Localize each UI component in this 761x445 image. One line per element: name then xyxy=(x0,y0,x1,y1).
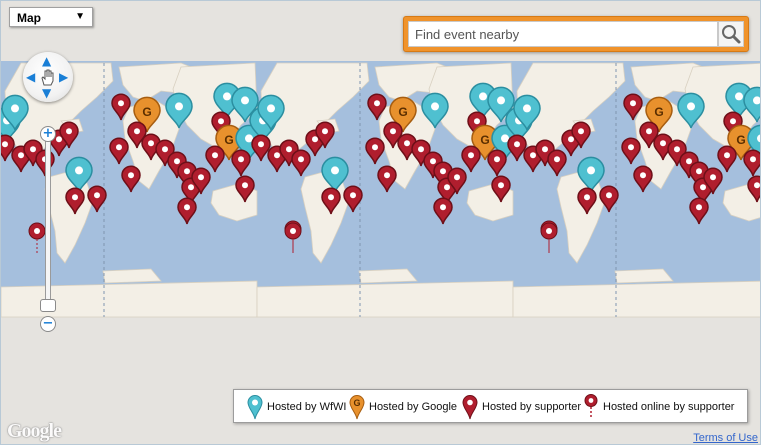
landmass xyxy=(512,280,760,318)
map-type-dropdown[interactable]: Map ▼ xyxy=(9,7,93,27)
map-type-label: Map xyxy=(17,11,41,25)
chevron-down-icon: ▼ xyxy=(75,11,85,22)
zoom-in-button[interactable]: + xyxy=(40,126,56,142)
wfwi-marker-icon xyxy=(247,395,263,420)
legend-item-supporter: Hosted by supporter xyxy=(461,390,581,424)
legend-item-google: G Hosted by Google xyxy=(348,390,457,424)
legend: Hosted by WfWI G Hosted by Google Hosted… xyxy=(233,389,748,423)
pan-up-icon[interactable]: ▲ xyxy=(42,55,51,67)
landmass xyxy=(614,268,674,284)
google-marker-icon: G xyxy=(349,395,365,420)
zoom-slider-handle[interactable] xyxy=(40,299,56,312)
pan-down-icon[interactable]: ▼ xyxy=(42,87,51,99)
svg-text:G: G xyxy=(224,133,233,147)
legend-label: Hosted by WfWI xyxy=(267,401,347,413)
pan-control[interactable]: ▲ ▼ ◀ ▶ xyxy=(23,52,73,102)
terms-of-use-link[interactable]: Terms of Use xyxy=(693,432,758,444)
legend-label: Hosted by supporter xyxy=(482,401,582,413)
svg-text:G: G xyxy=(353,398,360,408)
legend-item-online-supporter: Hosted online by supporter xyxy=(582,390,734,424)
zoom-out-button[interactable]: − xyxy=(40,316,56,332)
svg-text:G: G xyxy=(654,105,663,119)
legend-label: Hosted online by supporter xyxy=(603,401,735,413)
google-logo: Google xyxy=(7,420,62,442)
map-canvas[interactable]: G G G G G G xyxy=(1,1,761,445)
svg-text:G: G xyxy=(736,133,745,147)
map-container[interactable]: GGGGGG Map ▼ ▲ ▼ ◀ ▶ + − Hoste xyxy=(0,0,761,445)
landmass xyxy=(1,280,258,318)
pan-left-icon[interactable]: ◀ xyxy=(26,71,35,83)
landmass xyxy=(358,268,418,284)
landmass xyxy=(256,280,514,318)
supporter-marker-icon xyxy=(462,395,478,420)
search-button[interactable] xyxy=(718,21,744,47)
landmass xyxy=(102,268,162,284)
legend-item-wfwi: Hosted by WfWI xyxy=(246,390,346,424)
online-supporter-marker-icon xyxy=(584,394,598,419)
search-icon xyxy=(722,25,741,44)
svg-text:G: G xyxy=(480,133,489,147)
hand-icon[interactable] xyxy=(40,68,56,86)
svg-text:G: G xyxy=(142,105,151,119)
zoom-slider-track[interactable] xyxy=(45,135,51,305)
search-input[interactable] xyxy=(408,21,718,47)
pan-right-icon[interactable]: ▶ xyxy=(59,71,68,83)
legend-label: Hosted by Google xyxy=(369,401,458,413)
search-box xyxy=(403,16,749,52)
svg-text:G: G xyxy=(398,105,407,119)
